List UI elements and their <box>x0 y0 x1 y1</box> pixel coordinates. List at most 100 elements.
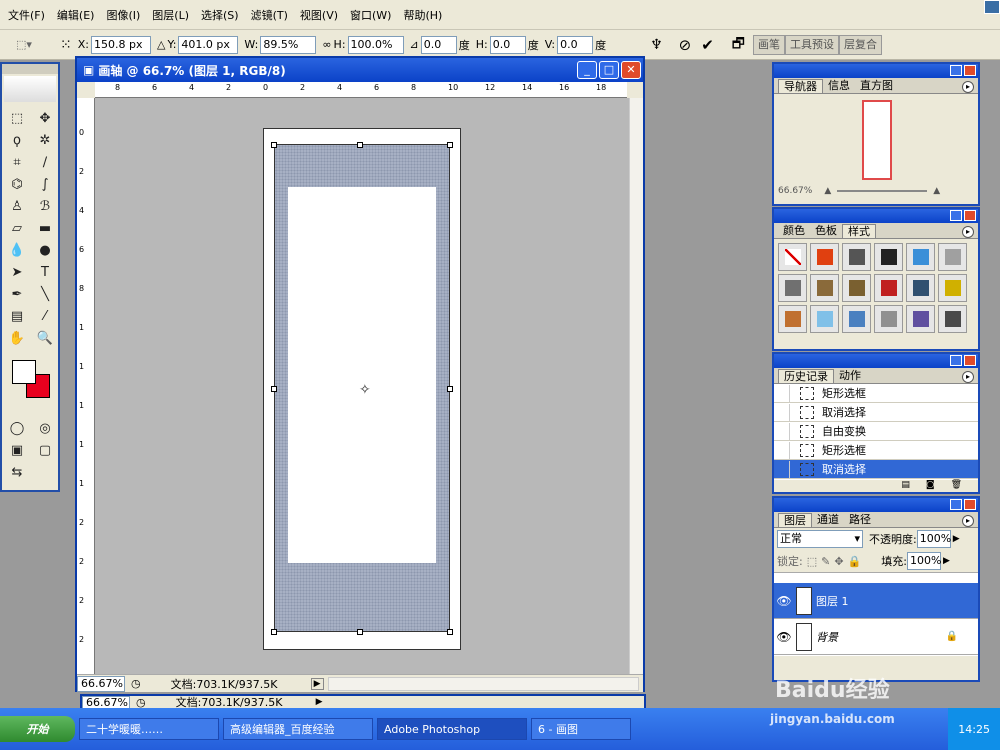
styles-panel-header[interactable] <box>774 209 978 223</box>
tab-navigator[interactable]: 导航器 <box>778 79 823 93</box>
notes-tool-icon[interactable]: ▤ <box>6 306 28 326</box>
tab-history[interactable]: 历史记录 <box>778 369 834 383</box>
second-status-menu-icon[interactable]: ◷ <box>136 696 146 709</box>
standard-mode-icon[interactable]: ◯ <box>6 418 28 438</box>
lock-position-icon[interactable]: ✥ <box>834 555 843 568</box>
height-input[interactable]: 100.0% <box>347 35 404 54</box>
lock-transparency-icon[interactable]: ⬚ <box>807 555 817 568</box>
stamp-tool-icon[interactable]: ♙ <box>6 196 28 216</box>
tab-channels[interactable]: 通道 <box>812 513 844 527</box>
history-item[interactable]: 矩形选框 <box>774 384 978 403</box>
status-arrow-icon[interactable]: ▶ <box>310 677 324 690</box>
lasso-tool-icon[interactable]: ϙ <box>6 130 28 150</box>
style-swatch[interactable] <box>810 305 839 333</box>
navigator-close-button[interactable] <box>964 65 976 76</box>
zoom-tool-icon[interactable]: 🔍 <box>34 328 56 348</box>
lock-pixels-icon[interactable]: ✎ <box>821 555 830 568</box>
doc-minimize-button[interactable]: _ <box>577 61 597 79</box>
reference-point-icon[interactable]: ⁙ <box>60 37 72 53</box>
fill-input[interactable]: 100% <box>906 552 941 570</box>
layers-minimize-button[interactable] <box>950 499 962 510</box>
lock-all-icon[interactable]: 🔒 <box>848 555 862 568</box>
tab-histogram[interactable]: 直方图 <box>855 79 898 93</box>
history-item[interactable]: 自由变换 <box>774 422 978 441</box>
style-swatch[interactable] <box>842 305 871 333</box>
history-minimize-button[interactable] <box>950 355 962 366</box>
canvas-area[interactable]: ✧ <box>95 98 629 674</box>
width-input[interactable]: 89.5% <box>260 35 317 54</box>
navigator-preview[interactable] <box>774 94 978 182</box>
new-snapshot-icon[interactable]: ◙ <box>926 480 935 492</box>
eye-icon[interactable]: 👁 <box>774 594 794 608</box>
pen-tool-icon[interactable]: ✒ <box>6 284 28 304</box>
styles-minimize-button[interactable] <box>950 210 962 221</box>
menu-window[interactable]: 窗口(W) <box>344 7 397 23</box>
vertical-scrollbar[interactable] <box>629 98 643 674</box>
tab-info[interactable]: 信息 <box>823 79 855 93</box>
opacity-arrow-icon[interactable]: ▶ <box>953 534 960 544</box>
style-swatch[interactable] <box>906 274 935 302</box>
style-swatch[interactable] <box>938 274 967 302</box>
fill-arrow-icon[interactable]: ▶ <box>943 556 950 566</box>
line-tool-icon[interactable]: ╲ <box>34 284 56 304</box>
transform-handle-top-right[interactable] <box>447 142 453 148</box>
taskbar-item-paint[interactable]: 6 - 画图 <box>531 718 631 740</box>
magic-wand-tool-icon[interactable]: ✲ <box>34 130 56 150</box>
screen-mode-icon[interactable]: ▣ <box>6 440 28 460</box>
navigator-minimize-button[interactable] <box>950 65 962 76</box>
menu-image[interactable]: 图像(I) <box>100 7 146 23</box>
blend-mode-select[interactable]: 正常 ▾ <box>777 530 863 548</box>
eye-icon[interactable]: 👁 <box>774 630 794 644</box>
warp-icon[interactable]: ♆ <box>650 37 663 53</box>
doc-maximize-button[interactable]: □ <box>599 61 619 79</box>
history-item[interactable]: 取消选择 <box>774 403 978 422</box>
tab-tool-presets[interactable]: 工具预设 <box>784 34 839 55</box>
second-zoom-field[interactable]: 66.67% <box>82 695 130 709</box>
navigator-panel-header[interactable] <box>774 64 978 78</box>
menu-view[interactable]: 视图(V) <box>294 7 344 23</box>
delete-state-icon[interactable]: 🗑 <box>951 480 962 492</box>
layer-row[interactable]: 👁 背景 🔒 <box>774 619 978 655</box>
tab-actions[interactable]: 动作 <box>834 369 866 383</box>
layers-menu-icon[interactable]: ▸ <box>962 515 974 527</box>
horizontal-scrollbar[interactable] <box>327 676 639 691</box>
hskew-input[interactable]: 0.0 <box>489 35 526 54</box>
style-swatch[interactable] <box>938 305 967 333</box>
transform-handle-top[interactable] <box>357 142 363 148</box>
history-checkbox[interactable] <box>774 403 790 421</box>
crop-tool-icon[interactable]: ⌗ <box>6 152 28 172</box>
opacity-input[interactable]: 100% <box>916 530 951 548</box>
style-swatch[interactable] <box>938 243 967 271</box>
menu-select[interactable]: 选择(S) <box>195 7 245 23</box>
tab-brushes[interactable]: 画笔 <box>752 34 785 55</box>
history-menu-icon[interactable]: ▸ <box>962 371 974 383</box>
style-swatch[interactable] <box>906 305 935 333</box>
transform-center-icon[interactable]: ✧ <box>359 382 371 398</box>
commit-transform-icon[interactable]: ✔ <box>701 36 714 54</box>
scroll-frame-layer[interactable]: ✧ <box>274 144 450 632</box>
move-tool-icon[interactable]: ✥ <box>34 108 56 128</box>
app-minimize-button[interactable] <box>984 0 1000 14</box>
healing-tool-icon[interactable]: ⌬ <box>6 174 28 194</box>
style-swatch[interactable] <box>810 243 839 271</box>
horizontal-ruler[interactable]: 8 6 4 2 0 2 4 6 8 10 12 14 16 18 <box>95 82 627 98</box>
marquee-tool-icon[interactable]: ⬚ <box>6 108 28 128</box>
jump-to-imageready-icon[interactable]: ⇆ <box>6 462 28 482</box>
document-title-bar[interactable]: ▣ 画轴 @ 66.7% (图层 1, RGB/8) <box>77 58 643 82</box>
styles-close-button[interactable] <box>964 210 976 221</box>
history-item[interactable]: 取消选择 <box>774 460 978 479</box>
zoom-out-icon[interactable]: ▲ <box>824 186 831 196</box>
gradient-tool-icon[interactable]: ▬ <box>34 218 56 238</box>
new-doc-from-state-icon[interactable]: ▤ <box>901 480 910 492</box>
style-swatch[interactable] <box>778 243 807 271</box>
brush-tool-icon[interactable]: ∫ <box>34 174 56 194</box>
tab-styles[interactable]: 样式 <box>842 224 876 238</box>
vertical-ruler[interactable]: 0 2 4 6 8 1 1 1 1 1 2 2 2 2 <box>77 98 95 674</box>
tab-paths[interactable]: 路径 <box>844 513 876 527</box>
tab-color[interactable]: 颜色 <box>778 224 810 238</box>
tab-layers[interactable]: 图层 <box>778 513 812 527</box>
menu-layer[interactable]: 图层(L) <box>146 7 195 23</box>
path-select-tool-icon[interactable]: ➤ <box>6 262 28 282</box>
feather-logo-icon[interactable] <box>4 76 56 102</box>
style-swatch[interactable] <box>778 274 807 302</box>
